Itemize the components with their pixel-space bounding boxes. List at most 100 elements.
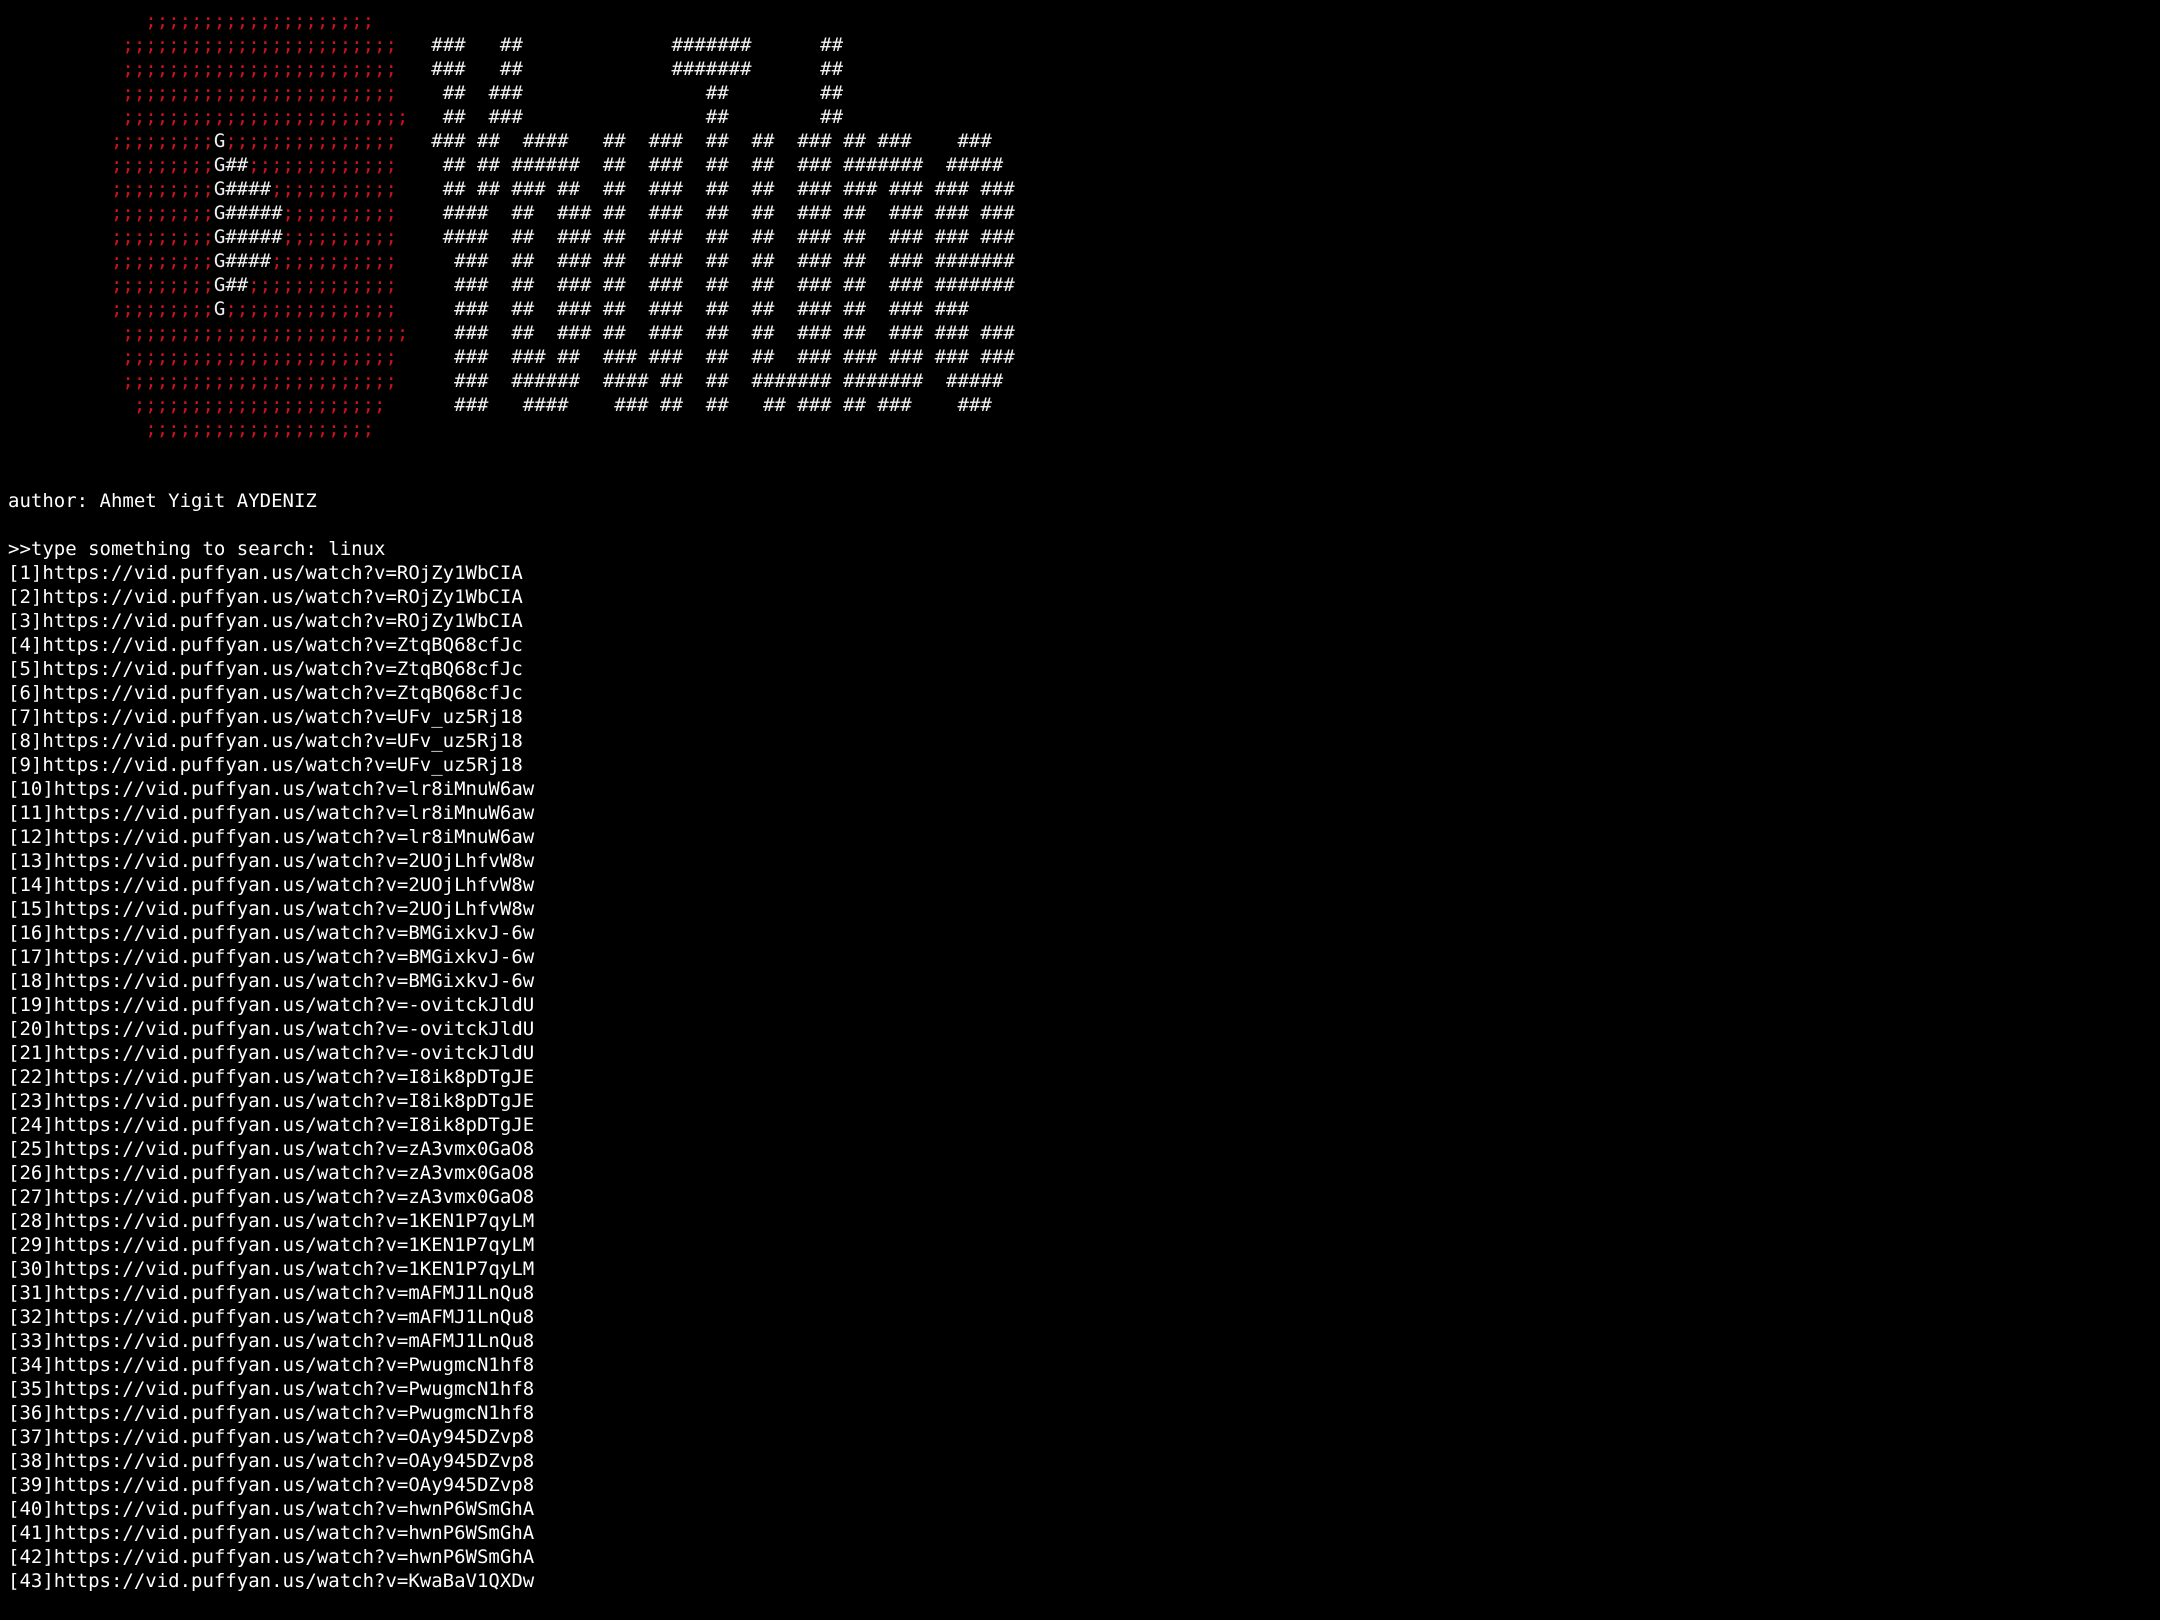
banner-line: ;;;;;;;;;G##;;;;;;;;;;;;; ## ## ###### #… — [8, 153, 2160, 177]
banner-logo-segment: ;;;;;;;;; — [8, 178, 214, 200]
result-link[interactable]: [14]https://vid.puffyan.us/watch?v=2UOjL… — [8, 873, 2160, 897]
result-link[interactable]: [28]https://vid.puffyan.us/watch?v=1KEN1… — [8, 1209, 2160, 1233]
result-link[interactable]: [22]https://vid.puffyan.us/watch?v=I8ik8… — [8, 1065, 2160, 1089]
banner-logo-segment: ;;;;;;;;; — [8, 226, 214, 248]
banner-text-segment: G#### — [213, 250, 272, 272]
result-link[interactable]: [40]https://vid.puffyan.us/watch?v=hwnP6… — [8, 1497, 2160, 1521]
banner-text-segment: G## — [213, 274, 249, 296]
banner-line: ;;;;;;;;;G;;;;;;;;;;;;;;; ### ## ### ## … — [8, 297, 2160, 321]
result-link[interactable]: [23]https://vid.puffyan.us/watch?v=I8ik8… — [8, 1089, 2160, 1113]
banner-text-segment: ### ## ### ## ### ## ## ### ## ### #####… — [396, 274, 1015, 296]
banner-logo-segment: ;;;;;;;;;;;;;;;;;;;;;;;; — [8, 370, 397, 392]
banner-logo-segment: ;;;;;;;;;; — [282, 202, 397, 224]
banner-text-segment: ### ## ### ## ### ## ## ### ## ### #####… — [396, 250, 1015, 272]
result-link[interactable]: [24]https://vid.puffyan.us/watch?v=I8ik8… — [8, 1113, 2160, 1137]
result-link[interactable]: [3]https://vid.puffyan.us/watch?v=ROjZy1… — [8, 609, 2160, 633]
banner-logo-segment: ;;;;;;;;; — [8, 202, 214, 224]
banner-logo-segment: ;;;;;;;;; — [8, 250, 214, 272]
banner-logo-segment: ;;;;;;;;; — [8, 274, 214, 296]
banner-text-segment: ### ## #### ## ### ## ## ### ## ### ### — [396, 130, 992, 152]
banner-logo-segment: ;;;;;;;;;; — [282, 226, 397, 248]
blank-spacer — [8, 441, 2160, 489]
banner-line: ;;;;;;;;;G##;;;;;;;;;;;;; ### ## ### ## … — [8, 273, 2160, 297]
result-link[interactable]: [12]https://vid.puffyan.us/watch?v=lr8iM… — [8, 825, 2160, 849]
result-link[interactable]: [32]https://vid.puffyan.us/watch?v=mAFMJ… — [8, 1305, 2160, 1329]
result-link[interactable]: [36]https://vid.puffyan.us/watch?v=Pwugm… — [8, 1401, 2160, 1425]
result-link[interactable]: [37]https://vid.puffyan.us/watch?v=OAy94… — [8, 1425, 2160, 1449]
banner-logo-segment: ;;;;;;;;;;; — [271, 250, 397, 272]
banner-line: ;;;;;;;;;G####;;;;;;;;;;; ## ## ### ## #… — [8, 177, 2160, 201]
banner-logo-segment: ;;;;;;;;;;;;;;;;;;;; — [8, 418, 375, 440]
banner-line: ;;;;;;;;;;;;;;;;;;;;;;;; ### ## ####### … — [8, 33, 2160, 57]
result-link[interactable]: [11]https://vid.puffyan.us/watch?v=lr8iM… — [8, 801, 2160, 825]
banner-text-segment: #### ## ### ## ### ## ## ### ## ### ### … — [396, 202, 1015, 224]
result-link[interactable]: [39]https://vid.puffyan.us/watch?v=OAy94… — [8, 1473, 2160, 1497]
banner-line: ;;;;;;;;;;;;;;;;;;;; — [8, 9, 2160, 33]
result-link[interactable]: [42]https://vid.puffyan.us/watch?v=hwnP6… — [8, 1545, 2160, 1569]
result-link[interactable]: [41]https://vid.puffyan.us/watch?v=hwnP6… — [8, 1521, 2160, 1545]
result-link[interactable]: [27]https://vid.puffyan.us/watch?v=zA3vm… — [8, 1185, 2160, 1209]
banner-logo-segment: ;;;;;;;;;;;;;;;;;;;; — [8, 10, 375, 32]
result-link[interactable]: [17]https://vid.puffyan.us/watch?v=BMGix… — [8, 945, 2160, 969]
result-link[interactable]: [5]https://vid.puffyan.us/watch?v=ZtqBQ6… — [8, 657, 2160, 681]
banner-logo-segment: ;;;;;;;;;;;;; — [248, 274, 397, 296]
result-link[interactable]: [33]https://vid.puffyan.us/watch?v=mAFMJ… — [8, 1329, 2160, 1353]
search-results-list: [1]https://vid.puffyan.us/watch?v=ROjZy1… — [8, 561, 2160, 1593]
banner-logo-segment: ;;;;;;;;; — [8, 298, 214, 320]
result-link[interactable]: [34]https://vid.puffyan.us/watch?v=Pwugm… — [8, 1353, 2160, 1377]
terminal-window[interactable]: ;;;;;;;;;;;;;;;;;;;; ;;;;;;;;;;;;;;;;;;;… — [0, 0, 2160, 1620]
banner-line: ;;;;;;;;;;;;;;;;;;;;;; ### #### ### ## #… — [8, 393, 2160, 417]
banner-text-segment: #### ## ### ## ### ## ## ### ## ### ### … — [396, 226, 1015, 248]
result-link[interactable]: [10]https://vid.puffyan.us/watch?v=lr8iM… — [8, 777, 2160, 801]
banner-logo-segment: ;;;;;;;;;;;;;;; — [225, 298, 397, 320]
banner-line: ;;;;;;;;;G####;;;;;;;;;;; ### ## ### ## … — [8, 249, 2160, 273]
banner-logo-segment: ;;;;;;;;;;; — [271, 178, 397, 200]
banner-line: ;;;;;;;;;;;;;;;;;;;;;;;; ## ### ## ## — [8, 81, 2160, 105]
result-link[interactable]: [9]https://vid.puffyan.us/watch?v=UFv_uz… — [8, 753, 2160, 777]
result-link[interactable]: [19]https://vid.puffyan.us/watch?v=-ovit… — [8, 993, 2160, 1017]
result-link[interactable]: [29]https://vid.puffyan.us/watch?v=1KEN1… — [8, 1233, 2160, 1257]
banner-logo-segment: ;;;;;;;;;;;;;;;;;;;;;;;; — [8, 34, 397, 56]
result-link[interactable]: [2]https://vid.puffyan.us/watch?v=ROjZy1… — [8, 585, 2160, 609]
banner-line: ;;;;;;;;;;;;;;;;;;;;;;;; ### ### ## ### … — [8, 345, 2160, 369]
banner-text-segment: ### ## ####### ## — [396, 34, 844, 56]
banner-line: ;;;;;;;;;G#####;;;;;;;;;; #### ## ### ##… — [8, 201, 2160, 225]
result-link[interactable]: [26]https://vid.puffyan.us/watch?v=zA3vm… — [8, 1161, 2160, 1185]
result-link[interactable]: [15]https://vid.puffyan.us/watch?v=2UOjL… — [8, 897, 2160, 921]
banner-text-segment: ### ### ## ### ### ## ## ### ### ### ###… — [396, 346, 1015, 368]
result-link[interactable]: [13]https://vid.puffyan.us/watch?v=2UOjL… — [8, 849, 2160, 873]
search-prompt[interactable]: >>type something to search: linux — [8, 537, 2160, 561]
banner-line: ;;;;;;;;;G;;;;;;;;;;;;;;; ### ## #### ##… — [8, 129, 2160, 153]
result-link[interactable]: [31]https://vid.puffyan.us/watch?v=mAFMJ… — [8, 1281, 2160, 1305]
banner-text-segment: G##### — [213, 226, 283, 248]
result-link[interactable]: [38]https://vid.puffyan.us/watch?v=OAy94… — [8, 1449, 2160, 1473]
result-link[interactable]: [43]https://vid.puffyan.us/watch?v=KwaBa… — [8, 1569, 2160, 1593]
result-link[interactable]: [7]https://vid.puffyan.us/watch?v=UFv_uz… — [8, 705, 2160, 729]
result-link[interactable]: [18]https://vid.puffyan.us/watch?v=BMGix… — [8, 969, 2160, 993]
result-link[interactable]: [25]https://vid.puffyan.us/watch?v=zA3vm… — [8, 1137, 2160, 1161]
result-link[interactable]: [30]https://vid.puffyan.us/watch?v=1KEN1… — [8, 1257, 2160, 1281]
banner-text-segment: G — [213, 298, 226, 320]
result-link[interactable]: [4]https://vid.puffyan.us/watch?v=ZtqBQ6… — [8, 633, 2160, 657]
banner-text-segment: ### ## ####### ## — [396, 58, 844, 80]
author-line: author: Ahmet Yigit AYDENIZ — [8, 490, 317, 512]
banner-logo-segment: ;;;;;;;;; — [8, 154, 214, 176]
banner-logo-segment: ;;;;;;;;;;;;;;;;;;;;;;;;; — [8, 322, 409, 344]
result-link[interactable]: [35]https://vid.puffyan.us/watch?v=Pwugm… — [8, 1377, 2160, 1401]
banner-text-segment: ### #### ### ## ## ## ### ## ### ### — [385, 394, 992, 416]
banner-text-segment: ## ## ###### ## ### ## ## ### ####### ##… — [396, 154, 1004, 176]
result-link[interactable]: [16]https://vid.puffyan.us/watch?v=BMGix… — [8, 921, 2160, 945]
banner-line: ;;;;;;;;;;;;;;;;;;;;;;;; ### ###### ####… — [8, 369, 2160, 393]
result-link[interactable]: [20]https://vid.puffyan.us/watch?v=-ovit… — [8, 1017, 2160, 1041]
banner-logo-segment: ;;;;;;;;; — [8, 130, 214, 152]
result-link[interactable]: [1]https://vid.puffyan.us/watch?v=ROjZy1… — [8, 561, 2160, 585]
result-link[interactable]: [21]https://vid.puffyan.us/watch?v=-ovit… — [8, 1041, 2160, 1065]
banner-text-segment: G#### — [213, 178, 272, 200]
result-link[interactable]: [8]https://vid.puffyan.us/watch?v=UFv_uz… — [8, 729, 2160, 753]
banner-line: ;;;;;;;;;;;;;;;;;;;;;;;; ### ## ####### … — [8, 57, 2160, 81]
result-link[interactable]: [6]https://vid.puffyan.us/watch?v=ZtqBQ6… — [8, 681, 2160, 705]
banner-logo-segment: ;;;;;;;;;;;;; — [248, 154, 397, 176]
banner-text-segment: G — [213, 130, 226, 152]
banner-line: ;;;;;;;;;G#####;;;;;;;;;; #### ## ### ##… — [8, 225, 2160, 249]
